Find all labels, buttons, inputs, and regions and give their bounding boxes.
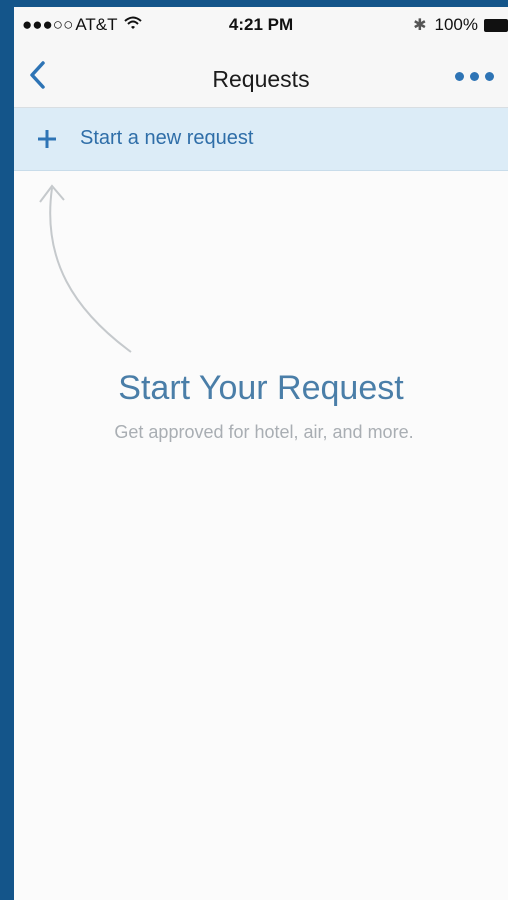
bluetooth-icon: ✱ <box>413 17 427 34</box>
ellipsis-icon <box>455 72 464 81</box>
more-options-button[interactable] <box>455 72 494 81</box>
battery-icon <box>484 18 508 32</box>
status-right: ✱ 100% <box>413 15 508 35</box>
start-new-request-label: Start a new request <box>80 127 254 149</box>
empty-state-subtitle: Get approved for hotel, air, and more. <box>114 422 414 442</box>
hint-arrow-icon <box>39 184 132 353</box>
app-screen: ●●●○○ AT&T 4:21 PM ✱ 100% Requests Start… <box>14 7 508 900</box>
plus-icon <box>38 130 56 148</box>
ellipsis-icon <box>485 72 494 81</box>
page-title: Requests <box>212 66 310 92</box>
device-frame: ●●●○○ AT&T 4:21 PM ✱ 100% Requests Start… <box>0 0 508 900</box>
navigation-bar: Requests <box>14 43 508 108</box>
battery-percent: 100% <box>434 15 478 34</box>
empty-state-title: Start Your Request <box>118 369 404 407</box>
ellipsis-icon <box>470 72 479 81</box>
status-bar: ●●●○○ AT&T 4:21 PM ✱ 100% <box>14 7 508 43</box>
start-new-request-button[interactable]: Start a new request <box>14 108 508 171</box>
